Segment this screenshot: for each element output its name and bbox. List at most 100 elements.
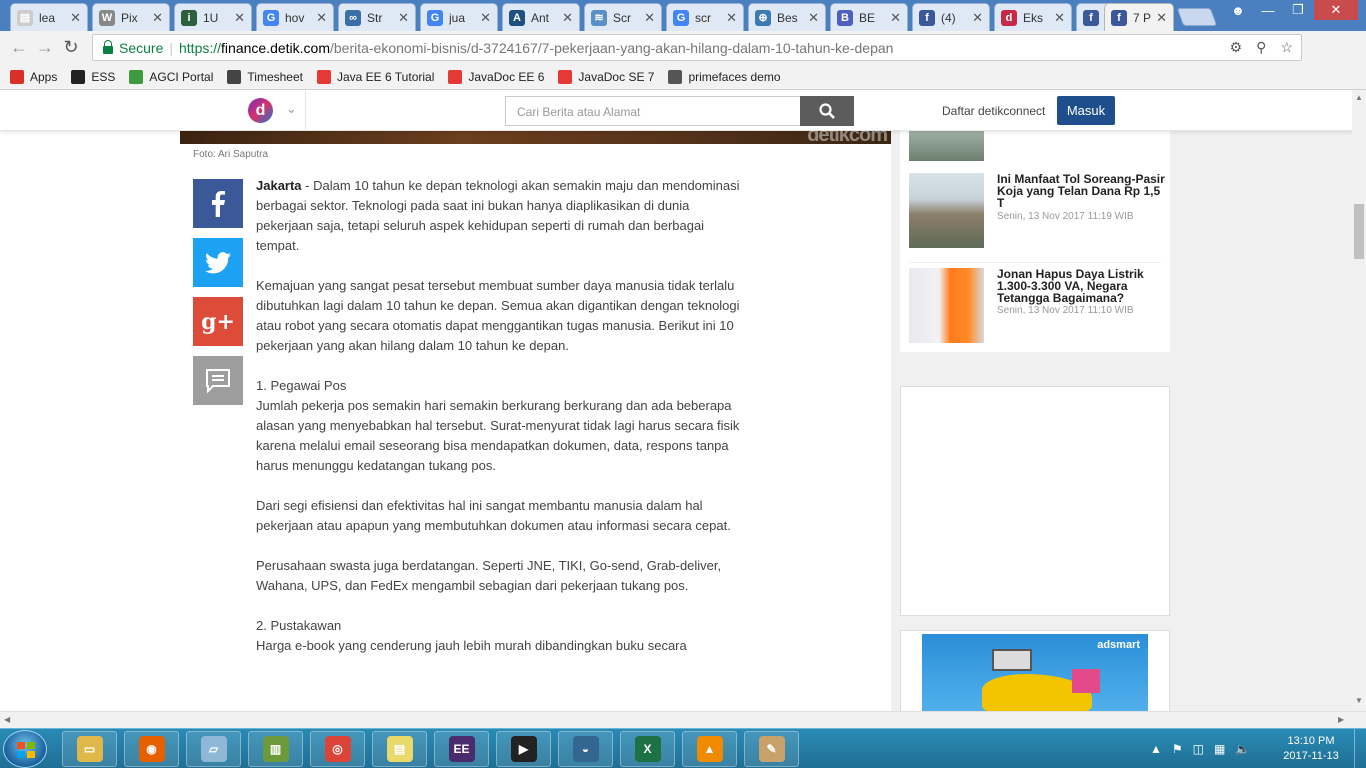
vertical-scrollbar[interactable]: ▲ ▼ [1352,90,1366,711]
tray-expand-icon[interactable]: ▲ [1150,742,1162,756]
browser-tab[interactable]: f 7 P ✕ [1104,3,1174,31]
show-desktop-button[interactable] [1354,729,1366,768]
scroll-right-icon[interactable]: ▶ [1338,715,1344,724]
taskbar-app-button[interactable]: ▱ [186,731,241,767]
browser-tab[interactable]: f (4) ✕ [912,3,990,31]
taskbar-app-button[interactable]: ▲ [682,731,737,767]
address-separator: | [169,39,173,56]
postgres-icon: ◒ [572,736,599,762]
browser-tab[interactable]: ≋ Scr ✕ [584,3,662,31]
close-tab-icon[interactable]: ✕ [234,10,245,26]
zoom-icon[interactable]: ⚲ [1256,39,1266,56]
close-tab-icon[interactable]: ✕ [890,10,901,26]
taskbar-app-button[interactable]: ▥ [248,731,303,767]
share-googleplus-button[interactable]: g+ [193,297,243,346]
register-link[interactable]: Daftar detikconnect [942,104,1045,118]
forward-icon[interactable]: → [32,37,58,58]
browser-tab[interactable]: B BE ✕ [830,3,908,31]
system-clock[interactable]: 13:10 PM 2017-11-13 [1276,734,1346,764]
back-icon[interactable]: ← [6,37,32,58]
close-tab-icon[interactable]: ✕ [316,10,327,26]
site-search-input[interactable]: Cari Berita atau Alamat [505,96,801,126]
browser-tab[interactable]: d Eks ✕ [994,3,1072,31]
close-tab-icon[interactable]: ✕ [808,10,819,26]
close-tab-icon[interactable]: ✕ [480,10,491,26]
bookmark-label: Apps [30,69,58,84]
browser-tab[interactable]: A Ant ✕ [502,3,580,31]
bookmark-item[interactable]: Java EE 6 Tutorial [316,69,434,84]
browser-tab[interactable]: ⊕ Bes ✕ [748,3,826,31]
browser-tab[interactable]: ▤ lea ✕ [10,3,88,31]
taskbar-app-button[interactable]: ◉ [124,731,179,767]
taskbar-app-button[interactable]: ✎ [744,731,799,767]
close-tab-icon[interactable]: ✕ [644,10,655,26]
browser-tab[interactable]: W Pix ✕ [92,3,170,31]
taskbar-app-button[interactable]: ◒ [558,731,613,767]
address-bar[interactable]: Secure | https:// finance.detik.com /ber… [92,34,1302,61]
reload-icon[interactable]: ↻ [58,37,84,58]
action-center-icon[interactable]: ⚑ [1172,742,1183,756]
taskbar-app-button[interactable]: ▤ [372,731,427,767]
new-tab-button[interactable] [1176,8,1218,26]
news-title[interactable]: Jonan Hapus Daya Listrik 1.300-3.300 VA,… [997,268,1165,304]
document-icon: ▤ [17,9,33,26]
browser-tab[interactable]: ∞ Str ✕ [338,3,416,31]
comment-button[interactable] [193,356,243,405]
taskbar-app-button[interactable]: X [620,731,675,767]
network-icon[interactable]: ▦ [1214,742,1225,756]
device-icon[interactable]: ◫ [1193,742,1204,756]
restore-icon[interactable]: ❐ [1284,0,1312,20]
browser-tab[interactable]: Gscr ✕ [666,3,744,31]
close-tab-icon[interactable]: ✕ [972,10,983,26]
browser-tab[interactable]: i 1U ✕ [174,3,252,31]
close-tab-icon[interactable]: ✕ [562,10,573,26]
close-tab-icon[interactable]: ✕ [726,10,737,26]
volume-icon[interactable]: 🔈 [1235,742,1250,756]
taskbar-app-button[interactable]: EE [434,731,489,767]
news-thumbnail-partial[interactable] [909,131,984,161]
bookmark-item[interactable]: AGCI Portal [129,69,213,84]
omnibox-actions: ⚙ ⚲ ☆ [1230,39,1293,56]
news-title[interactable]: Ini Manfaat Tol Soreang-Pasir Koja yang … [997,173,1165,209]
minimize-icon[interactable]: — [1254,0,1282,20]
close-tab-icon[interactable]: ✕ [152,10,163,26]
bookmark-item[interactable]: JavaDoc SE 7 [558,69,654,84]
bookmark-item[interactable]: Timesheet [227,69,303,84]
news-item[interactable]: Jonan Hapus Daya Listrik 1.300-3.300 VA,… [909,268,1161,352]
ad-slot-adsmart[interactable]: adsmart [900,630,1170,711]
sticky-notes-icon: ▤ [386,736,413,762]
start-button[interactable] [3,730,47,768]
site-settings-icon[interactable]: ⚙ [1230,39,1243,56]
taskbar-app-button[interactable]: ▭ [62,731,117,767]
close-tab-icon[interactable]: ✕ [1054,10,1065,26]
bookmark-item[interactable]: ESS [71,69,115,84]
share-twitter-button[interactable] [193,238,243,287]
taskbar-app-button[interactable]: ◎ [310,731,365,767]
browser-tab[interactable]: Ghov ✕ [256,3,334,31]
close-window-icon[interactable]: ✕ [1314,0,1358,20]
adsmart-banner[interactable]: adsmart [922,634,1148,711]
detik-logo[interactable]: d [248,98,273,123]
chevron-down-icon[interactable]: ⌄ [286,101,297,117]
bookmark-item[interactable]: primefaces demo [668,69,781,84]
bookmark-star-icon[interactable]: ☆ [1280,39,1293,56]
close-tab-icon[interactable]: ✕ [398,10,409,26]
bookmark-item[interactable]: JavaDoc EE 6 [448,69,544,84]
user-icon[interactable]: ☻ [1224,0,1252,20]
photo-caption: Foto: Ari Saputra [193,149,269,160]
scroll-thumb[interactable] [1354,204,1364,259]
tab-strip: ☻ — ❐ ✕ ▤ lea ✕ W Pix ✕ i 1U ✕ Ghov ✕ ∞ Str ✕ Gjua ✕ A An… [0,0,1366,31]
scroll-down-icon[interactable]: ▼ [1355,696,1363,705]
scroll-up-icon[interactable]: ▲ [1355,93,1363,102]
share-facebook-button[interactable] [193,179,243,228]
close-tab-icon[interactable]: ✕ [70,10,81,26]
browser-tab[interactable]: Gjua ✕ [420,3,498,31]
taskbar-app-button[interactable]: ▶ [496,731,551,767]
horizontal-scrollbar[interactable]: ◀ ▶ [0,711,1366,728]
scroll-left-icon[interactable]: ◀ [4,715,10,724]
site-search-button[interactable] [800,96,854,126]
news-item[interactable]: Ini Manfaat Tol Soreang-Pasir Koja yang … [909,173,1165,263]
bookmark-item[interactable]: Apps [10,69,58,84]
close-tab-icon[interactable]: ✕ [1156,10,1167,26]
login-button[interactable]: Masuk [1057,96,1115,125]
